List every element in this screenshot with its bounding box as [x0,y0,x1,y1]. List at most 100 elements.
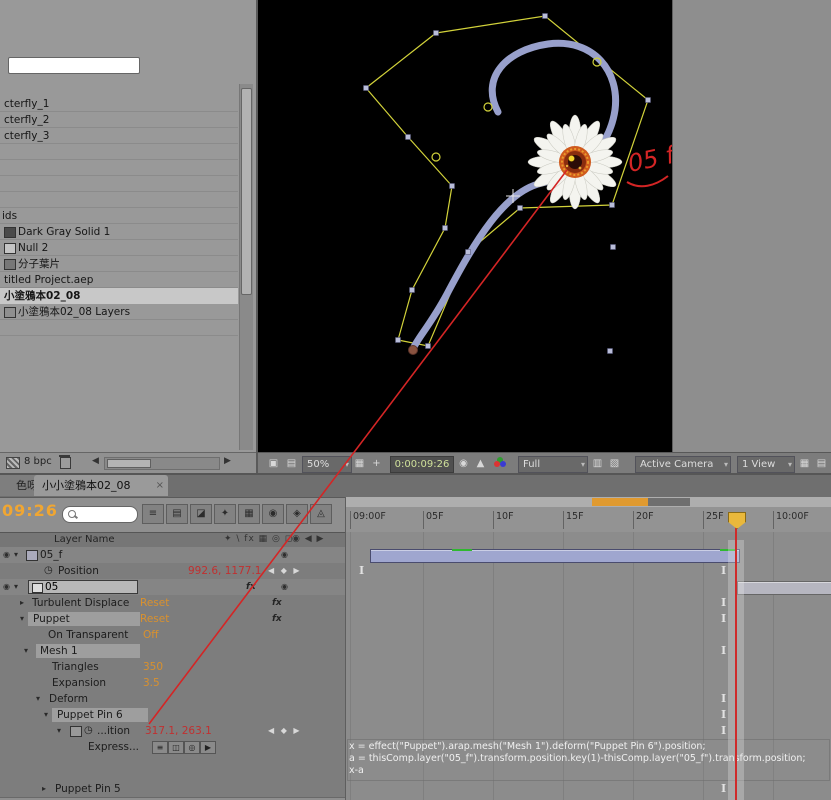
live-update-icon[interactable]: ▤ [166,504,188,524]
work-area-bar[interactable] [345,497,831,507]
twirl-icon[interactable] [20,595,24,611]
keyframe-icon[interactable] [721,725,726,736]
current-time-display[interactable]: 09:26 [2,501,58,520]
project-item[interactable]: ids [0,208,238,224]
fx-switch-icon[interactable]: fx [272,595,282,611]
twirl-icon[interactable] [14,547,18,563]
eye-icon[interactable] [3,547,10,563]
zoom-dropdown[interactable]: 50% [302,456,352,473]
keyframe-icon[interactable] [721,645,726,656]
effect-row-puppet[interactable]: Puppet Reset fx [0,611,345,628]
stopwatch-icon[interactable] [84,723,93,739]
pin-position-value[interactable]: 317.1, 263.1 [145,723,212,739]
shy-layers-icon[interactable]: ✦ [214,504,236,524]
group-row-mesh-1[interactable]: Mesh 1 [0,643,345,660]
group-row-puppet-pin-6[interactable]: Puppet Pin 6 [0,707,345,724]
composition-viewer[interactable]: 05 f [258,0,672,452]
project-item[interactable]: 分子葉片 [0,256,238,272]
mask-visibility-icon[interactable]: + [369,456,384,471]
project-item[interactable]: titled Project.aep [0,272,238,288]
timeline-tab-active[interactable]: 小小塗鴉本02_08 × [34,475,168,496]
view-layout-dropdown[interactable]: 1 View [737,456,795,473]
property-row-pin-position[interactable]: ...ition 317.1, 263.1 [0,723,345,740]
property-row-triangles[interactable]: Triangles 350 [0,659,345,676]
project-scrollbar-thumb[interactable] [241,88,252,295]
viewer-timecode[interactable]: 0:00:09:26 [390,456,454,473]
group-row-deform[interactable]: Deform [0,691,345,708]
fx-switch-icon[interactable]: fx [272,611,282,627]
property-row-position[interactable]: Position 992.6, 1177.1 [0,563,345,580]
keyframe-icon[interactable] [721,597,726,608]
keyframe-navigator[interactable] [268,563,302,579]
layer-row-05[interactable]: 05 fx [0,579,345,596]
project-item[interactable]: cterfly_1 [0,96,238,112]
video-switch-icon[interactable] [281,579,288,595]
expression-equals-icon[interactable]: ≡ [152,741,168,754]
property-row-on-transparent[interactable]: On Transparent Off [0,627,345,644]
layer-bar-05[interactable] [737,581,831,595]
keyframe-navigator[interactable] [268,723,302,739]
project-item[interactable]: cterfly_3 [0,128,238,144]
group-row-puppet-pin-5[interactable]: Puppet Pin 5 [0,781,345,798]
show-channel-icon[interactable] [494,461,500,467]
time-ruler[interactable] [345,507,831,533]
keyframe-icon[interactable] [359,565,364,576]
project-item-selected[interactable]: 小塗鴉本02_08 [0,288,238,304]
pixel-aspect-icon[interactable]: ▦ [797,456,812,471]
hscroll-right-arrow[interactable]: ▶ [224,456,231,466]
expression-graph-icon[interactable]: ◫ [168,741,184,754]
draft-3d-icon[interactable]: ◪ [190,504,212,524]
twirl-icon[interactable] [44,707,48,723]
keyframe-icon[interactable] [721,783,726,794]
layer-name-column[interactable]: Layer Name [54,534,115,545]
hscroll-thumb[interactable] [107,459,151,468]
hscroll-left-arrow[interactable]: ◀ [92,456,99,466]
graph-editor-icon[interactable]: ◬ [310,504,332,524]
twirl-icon[interactable] [42,781,46,797]
comp-mini-flowchart-icon[interactable]: ≡ [142,504,164,524]
keyframe-icon[interactable] [721,709,726,720]
eye-icon[interactable] [3,579,10,595]
project-item[interactable]: Null 2 [0,240,238,256]
twirl-icon[interactable] [24,643,28,659]
expression-menu-icon[interactable]: ▶ [200,741,216,754]
twirl-icon[interactable] [20,611,24,627]
motion-blur-icon[interactable]: ◉ [262,504,284,524]
reset-link[interactable]: Reset [140,611,169,627]
keyframe-icon[interactable] [721,613,726,624]
bit-depth-label[interactable]: 8 bpc [24,456,52,467]
keyframe-icon[interactable] [721,693,726,704]
expression-enabled-icon[interactable] [70,726,82,737]
camera-dropdown[interactable]: Active Camera [635,456,731,473]
layer-name-field[interactable]: 05 [28,580,138,594]
video-switch-icon[interactable] [281,547,288,563]
fast-preview-icon[interactable]: ▤ [814,456,829,471]
triangles-value[interactable]: 350 [143,659,163,675]
trash-icon[interactable] [60,457,71,469]
keyframe-icon[interactable] [721,565,726,576]
region-of-interest-icon[interactable]: ▥ [590,456,605,471]
property-row-expansion[interactable]: Expansion 3.5 [0,675,345,692]
show-snapshot-icon[interactable]: ▲ [473,456,488,471]
stopwatch-icon[interactable] [44,563,53,579]
brainstorm-icon[interactable]: ◈ [286,504,308,524]
expression-row[interactable]: Express... ≡ ◫ ◎ ▶ [0,739,345,756]
fx-switch-icon[interactable]: fx [246,579,256,595]
color-depth-icon[interactable] [6,457,20,469]
expansion-value[interactable]: 3.5 [143,675,160,691]
frame-blending-icon[interactable]: ▦ [238,504,260,524]
resolution-dropdown[interactable]: Full [518,456,588,473]
off-toggle[interactable]: Off [143,627,159,643]
close-icon[interactable]: × [156,475,164,496]
expression-line[interactable]: x = effect("Puppet").arap.mesh("Mesh 1")… [349,741,829,752]
transparency-grid-icon[interactable]: ▧ [607,456,622,471]
snapshot-icon[interactable]: ◉ [456,456,471,471]
layer-color-chip[interactable] [26,550,38,561]
effect-row-turbulent-displace[interactable]: Turbulent Displace Reset fx [0,595,345,612]
expression-line[interactable]: a = thisComp.layer("05_f").transform.pos… [349,753,829,764]
position-value[interactable]: 992.6, 1177.1 [188,563,261,579]
current-time-indicator-line[interactable] [735,527,737,800]
project-item[interactable]: 小塗鴉本02_08 Layers [0,304,238,320]
layer-row-05f[interactable]: 05_f [0,547,345,564]
project-filter-input[interactable] [8,57,140,74]
